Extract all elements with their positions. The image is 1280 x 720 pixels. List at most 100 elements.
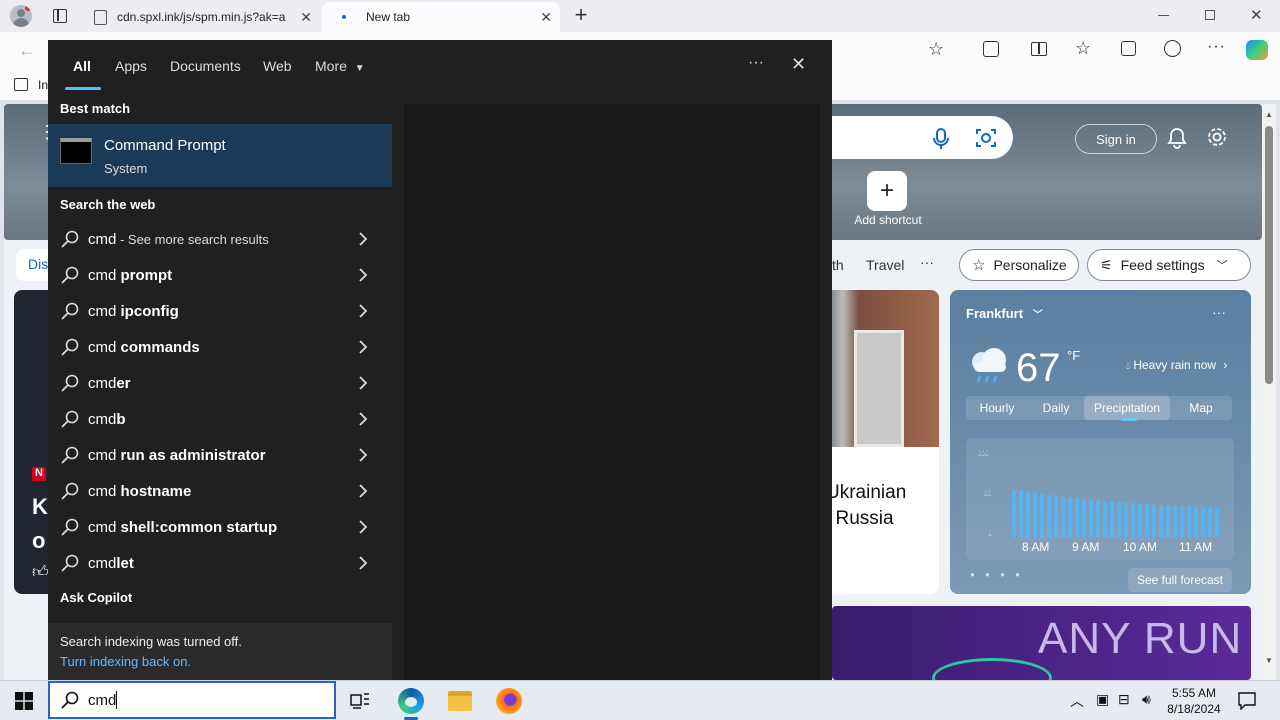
volume-icon[interactable]: 🔊︎ (1142, 691, 1151, 708)
windows-start-icon[interactable] (15, 692, 33, 710)
more-options-icon[interactable]: ··· (748, 54, 764, 72)
indexing-notice: Search indexing was turned off. Turn ind… (48, 623, 392, 680)
tab-actions-icon[interactable] (53, 9, 67, 23)
file-explorer-icon[interactable] (448, 691, 472, 711)
chevron-down-icon: ﹀ (1032, 310, 1043, 321)
filter-tab-web[interactable]: Web (263, 58, 292, 74)
filter-tab-more[interactable]: More ▼ (315, 58, 365, 74)
precipitation-bar (1019, 490, 1024, 538)
web-result-item[interactable]: cmdlet (48, 545, 392, 581)
page-scrollbar[interactable]: ▲ ▼ (1262, 104, 1276, 680)
weather-condition[interactable]: 💧︎ Heavy rain now › (1126, 358, 1227, 372)
filter-tab-apps[interactable]: Apps (115, 58, 147, 74)
carousel-dots[interactable]: ● ● ● ● (970, 570, 1024, 579)
sign-in-button[interactable]: Sign in (1075, 124, 1157, 154)
profile-avatar[interactable] (10, 5, 32, 27)
weather-unit[interactable]: °F (1067, 348, 1080, 363)
search-bar-fragment[interactable] (832, 116, 1013, 159)
split-screen-icon[interactable] (1031, 42, 1047, 56)
nav-item-partial[interactable]: th (832, 257, 844, 273)
precipitation-bar (1075, 498, 1080, 538)
more-options-icon[interactable]: ··· (1207, 38, 1226, 56)
notifications-icon[interactable] (1238, 692, 1256, 710)
ad-text: ANY RUN (1038, 614, 1243, 663)
web-result-item[interactable]: cmd commands (48, 329, 392, 365)
copilot-icon[interactable] (1246, 40, 1268, 60)
web-result-completion: run as administrator (120, 446, 266, 464)
turn-indexing-on-link[interactable]: Turn indexing back on. (60, 654, 191, 669)
import-favorites-icon[interactable] (14, 78, 28, 91)
nav-item-travel[interactable]: Travel (866, 257, 904, 273)
new-tab-button[interactable]: + (570, 4, 592, 26)
news-card-left[interactable]: N K o 👍︎ (14, 290, 49, 594)
weather-tab-precipitation[interactable]: Precipitation (1084, 396, 1170, 420)
web-result-item[interactable]: cmdb (48, 401, 392, 437)
web-result-item[interactable]: cmd shell:common startup (48, 509, 392, 545)
web-result-item[interactable]: cmd hostname (48, 473, 392, 509)
like-icon[interactable]: 👍︎ (32, 563, 49, 582)
extensions-icon[interactable] (983, 41, 999, 57)
web-result-item[interactable]: cmd run as administrator (48, 437, 392, 473)
weather-card[interactable]: Frankfurt ﹀ ··· 67 °F 💧︎ Heavy rain now … (950, 290, 1251, 594)
notifications-bell-icon[interactable] (1167, 127, 1187, 149)
web-result-completion: shell:common startup (120, 518, 278, 536)
precipitation-bar (1208, 507, 1213, 538)
nav-more-icon[interactable]: ··· (920, 254, 934, 270)
browser-tab-active[interactable]: New tab ✕ (322, 2, 560, 32)
show-hidden-icons[interactable]: ︿ (1070, 691, 1084, 711)
performance-icon[interactable] (1164, 40, 1181, 57)
web-result-item[interactable]: cmd prompt (48, 257, 392, 293)
web-result-suffix: - See more search results (116, 231, 269, 247)
drop-scale-mid: 💧︎💧︎ (984, 488, 992, 498)
weather-city[interactable]: Frankfurt ﹀ (966, 306, 1043, 321)
web-result-item[interactable]: cmd - See more search results (48, 221, 392, 257)
weather-tab-hourly[interactable]: Hourly (966, 401, 1028, 415)
task-view-icon[interactable] (350, 692, 370, 710)
favorites-icon[interactable]: ☆ (1075, 38, 1091, 59)
visual-search-icon[interactable] (975, 127, 997, 149)
settings-gear-icon[interactable] (1206, 126, 1228, 148)
close-flyout-icon[interactable]: ✕ (791, 54, 806, 75)
restore-icon[interactable] (1205, 10, 1215, 20)
best-match-result[interactable]: Command Prompt System (48, 124, 392, 187)
filter-tab-documents[interactable]: Documents (170, 58, 241, 74)
precipitation-bar (1159, 505, 1164, 538)
scroll-thumb[interactable] (1265, 126, 1273, 384)
web-result-item[interactable]: cmd ipconfig (48, 293, 392, 329)
browser-tab-inactive[interactable]: cdn.spxl.ink/js/spm.min.js?ak=a ✕ (84, 2, 320, 32)
news-headline-fragment: K (32, 494, 48, 519)
ethernet-icon[interactable]: ⊟ (1118, 691, 1130, 708)
weather-tab-map[interactable]: Map (1170, 401, 1232, 415)
clock[interactable]: 5:55 AM 8/18/2024 (1164, 685, 1224, 717)
weather-more-icon[interactable]: ··· (1212, 304, 1226, 320)
scroll-up-icon[interactable]: ▲ (1265, 110, 1273, 119)
firefox-icon[interactable] (496, 688, 522, 714)
taskbar-search-input[interactable]: cmd (48, 681, 336, 719)
add-shortcut-button[interactable]: + (867, 171, 907, 211)
favorites-bar-text[interactable]: In (38, 78, 48, 92)
minimize-icon[interactable] (1158, 15, 1169, 16)
microphone-icon[interactable] (932, 128, 950, 150)
personalize-button[interactable]: ☆ Personalize (959, 249, 1079, 281)
ad-banner[interactable]: ANY RUN (832, 606, 1251, 698)
close-tab-icon[interactable]: ✕ (300, 9, 312, 26)
network-icon[interactable]: ▣ (1096, 691, 1109, 708)
scroll-down-icon[interactable]: ▼ (1265, 656, 1273, 665)
rain-cloud-icon (972, 348, 1006, 383)
favorite-star-icon[interactable]: ☆ (928, 39, 944, 60)
filter-tab-all[interactable]: All (73, 58, 91, 74)
apps-grid-icon[interactable]: ⋮ (38, 123, 56, 146)
back-icon[interactable]: ← (18, 40, 36, 61)
chevron-right-icon (359, 520, 368, 534)
close-tab-icon[interactable]: ✕ (540, 9, 552, 26)
see-full-forecast-button[interactable]: See full forecast (1128, 568, 1232, 592)
weather-tab-daily[interactable]: Daily (1028, 401, 1084, 415)
news-card[interactable]: Ukrainian l Russia (832, 290, 939, 594)
close-window-icon[interactable]: ✕ (1250, 6, 1263, 24)
web-result-query: cmd (88, 446, 121, 464)
edge-browser-icon[interactable] (398, 688, 424, 714)
precipitation-bar (1124, 502, 1129, 538)
collections-icon[interactable] (1121, 41, 1136, 56)
web-result-item[interactable]: cmder (48, 365, 392, 401)
feed-settings-button[interactable]: ⚟ Feed settings ﹀ (1087, 249, 1251, 281)
